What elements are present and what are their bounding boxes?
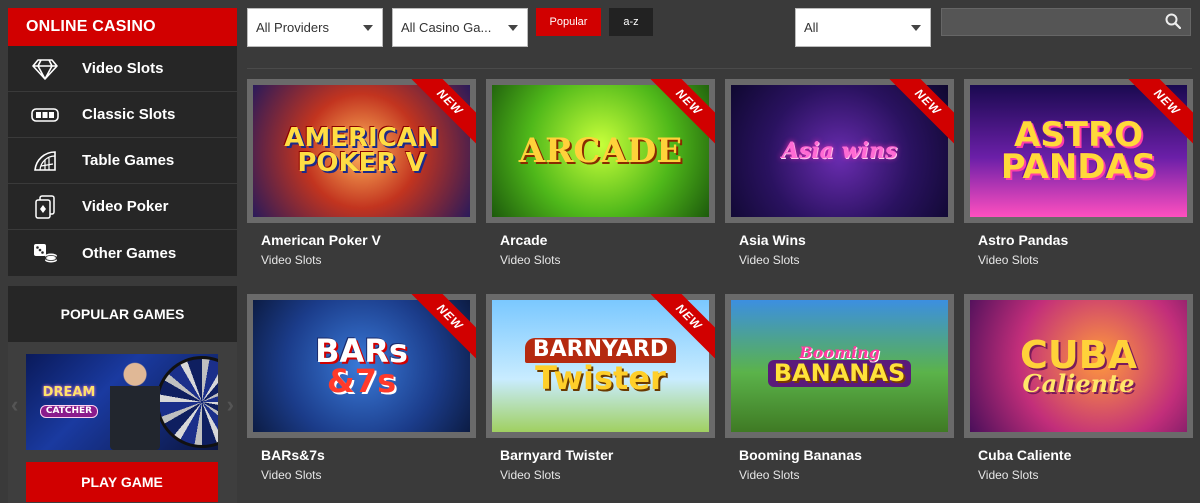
sidebar-item-label: Table Games [82, 152, 175, 169]
game-card-booming-bananas[interactable]: Booming BANANAS Booming Bananas Video Sl… [725, 294, 954, 482]
sidebar-header[interactable]: ONLINE CASINO [8, 8, 237, 46]
sidebar-item-table-games[interactable]: Table Games [8, 138, 237, 184]
sidebar-item-label: Other Games [82, 244, 177, 262]
game-logo-text: PANDAS [1000, 147, 1157, 187]
game-category: Video Slots [978, 253, 1039, 267]
game-title[interactable]: Booming Bananas [725, 447, 954, 463]
game-category: Video Slots [978, 468, 1039, 482]
game-logo-text: ARCADE [518, 130, 683, 171]
game-card-asia-wins[interactable]: Asia wins NEW Asia Wins Video Slots [725, 79, 954, 267]
chevron-right-icon[interactable]: › [227, 392, 234, 418]
game-card-american-poker-v[interactable]: AMERICAN POKER V NEW American Poker V Vi… [247, 79, 476, 267]
roulette-table-icon [8, 150, 82, 172]
game-title[interactable]: Arcade [486, 232, 715, 248]
game-title[interactable]: Astro Pandas [964, 232, 1193, 248]
game-card-bars-7s[interactable]: BARs &7s NEW BARs&7s Video Slots [247, 294, 476, 482]
providers-selected-value: All Providers [256, 20, 329, 35]
game-logo-text: Twister [535, 359, 666, 398]
sidebar: ONLINE CASINO Video Slots Classic Slots … [8, 8, 237, 503]
chevron-down-icon [363, 25, 373, 31]
game-art: Booming BANANAS [731, 300, 948, 432]
game-thumbnail[interactable]: BARs &7s NEW [247, 294, 476, 438]
diamond-icon [8, 58, 82, 80]
sidebar-menu: Video Slots Classic Slots Table Games Vi… [8, 46, 237, 276]
chevron-left-icon[interactable]: ‹ [11, 392, 18, 418]
game-category: Video Slots [739, 468, 800, 482]
game-thumbnail[interactable]: CUBA Caliente [964, 294, 1193, 438]
dream-catcher-logo: DREAM CATCHER [34, 386, 104, 419]
slot-reels-icon [8, 106, 82, 124]
game-logo-text: Caliente [1022, 368, 1135, 398]
chevron-down-icon [911, 25, 921, 31]
sidebar-item-label: Classic Slots [82, 106, 176, 123]
game-logo-text: Asia wins [781, 137, 898, 164]
game-logo-text: &7s [326, 362, 397, 400]
play-game-button[interactable]: PLAY GAME [26, 462, 218, 502]
game-category: Video Slots [500, 468, 561, 482]
game-thumbnail[interactable]: AMERICAN POKER V NEW [247, 79, 476, 223]
game-category: Video Slots [261, 253, 322, 267]
sort-popular-button[interactable]: Popular [536, 8, 601, 36]
game-title[interactable]: American Poker V [247, 232, 476, 248]
popular-games-carousel: ‹ › DREAM CATCHER PLAY GAME [8, 342, 237, 503]
popular-games-title: POPULAR GAMES [8, 286, 237, 342]
game-card-astro-pandas[interactable]: ASTRO PANDAS NEW Astro Pandas Video Slot… [964, 79, 1193, 267]
game-art: CUBA Caliente [970, 300, 1187, 432]
sidebar-item-video-slots[interactable]: Video Slots [8, 46, 237, 92]
sidebar-item-other-games[interactable]: Other Games [8, 230, 237, 276]
featured-game-image[interactable]: DREAM CATCHER [26, 354, 218, 450]
categories-selected-value: All Casino Ga... [401, 20, 492, 35]
host-figure [110, 362, 160, 450]
game-thumbnail[interactable]: ARCADE NEW [486, 79, 715, 223]
filter-selected-value: All [804, 20, 819, 35]
sidebar-item-label: Video Poker [82, 198, 169, 215]
game-title[interactable]: Barnyard Twister [486, 447, 715, 463]
filter-dropdown[interactable]: All [795, 8, 931, 47]
toolbar-divider [247, 68, 1192, 69]
game-logo-text: POKER V [297, 148, 426, 178]
chevron-down-icon [508, 25, 518, 31]
search-input[interactable] [941, 8, 1191, 36]
game-title[interactable]: Cuba Caliente [964, 447, 1193, 463]
game-title[interactable]: Asia Wins [725, 232, 954, 248]
game-title[interactable]: BARs&7s [247, 447, 476, 463]
game-category: Video Slots [261, 468, 322, 482]
game-card-cuba-caliente[interactable]: CUBA Caliente Cuba Caliente Video Slots [964, 294, 1193, 482]
game-card-barnyard-twister[interactable]: BARNYARD Twister NEW Barnyard Twister Vi… [486, 294, 715, 482]
game-category: Video Slots [500, 253, 561, 267]
playing-cards-icon [8, 194, 82, 219]
categories-dropdown[interactable]: All Casino Ga... [392, 8, 528, 47]
game-thumbnail[interactable]: ASTRO PANDAS NEW [964, 79, 1193, 223]
search-icon[interactable] [1165, 13, 1182, 34]
sidebar-item-label: Video Slots [82, 60, 164, 77]
game-thumbnail[interactable]: Booming BANANAS [725, 294, 954, 438]
game-card-arcade[interactable]: ARCADE NEW Arcade Video Slots [486, 79, 715, 267]
game-thumbnail[interactable]: BARNYARD Twister NEW [486, 294, 715, 438]
dice-chips-icon [8, 242, 82, 264]
sidebar-item-classic-slots[interactable]: Classic Slots [8, 92, 237, 138]
game-logo-text: Booming [799, 343, 880, 362]
game-category: Video Slots [739, 253, 800, 267]
game-logo-text: CUBA [1019, 332, 1138, 377]
sidebar-item-video-poker[interactable]: Video Poker [8, 184, 237, 230]
providers-dropdown[interactable]: All Providers [247, 8, 383, 47]
money-wheel-graphic [156, 356, 218, 448]
popular-games-panel: POPULAR GAMES ‹ › DREAM CATCHER PLAY GAM… [8, 286, 237, 503]
sort-az-button[interactable]: a-z [609, 8, 653, 36]
game-thumbnail[interactable]: Asia wins NEW [725, 79, 954, 223]
game-logo-text: BANANAS [767, 360, 912, 387]
